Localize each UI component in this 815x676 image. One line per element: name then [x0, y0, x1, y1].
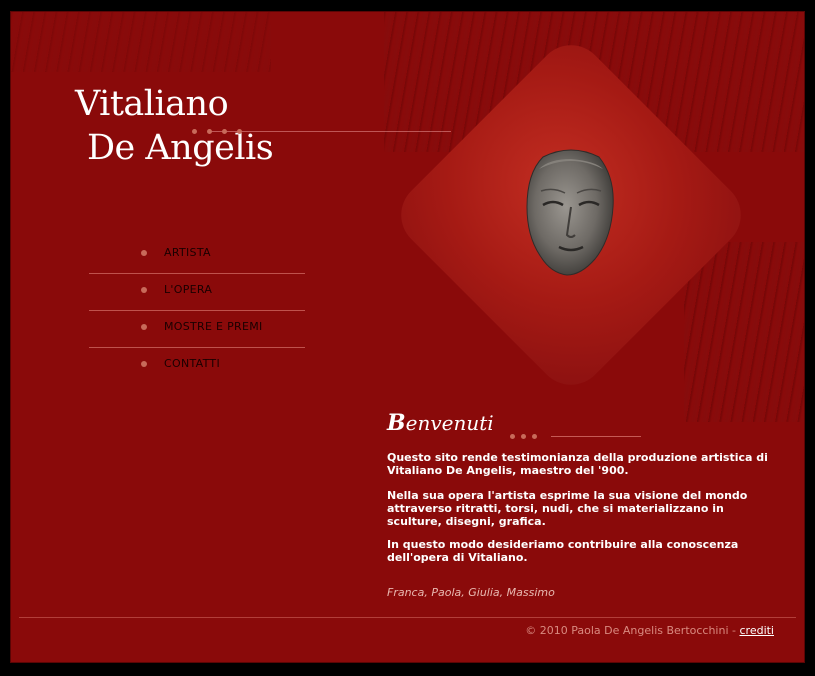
heading-dot-icon	[521, 434, 526, 439]
title-dot-icon	[192, 129, 197, 134]
nav-item-label[interactable]: ARTISTA	[164, 246, 211, 259]
title-divider	[211, 131, 451, 132]
dot-bullet-icon	[141, 324, 147, 330]
nav-item-label[interactable]: CONTATTI	[164, 357, 220, 370]
signature: Franca, Paola, Giulia, Massimo	[387, 586, 555, 599]
nav-item-opera[interactable]: L'OPERA	[89, 274, 305, 310]
intro-paragraph: Nella sua opera l'artista esprime la sua…	[387, 489, 748, 528]
site-title-line2[interactable]: De Angelis	[87, 128, 274, 168]
title-dot-icon	[237, 129, 242, 134]
dot-bullet-icon	[141, 361, 147, 367]
welcome-heading: Benvenuti	[387, 410, 494, 436]
intro-paragraph: Questo sito rende testimonianza della pr…	[387, 451, 768, 477]
nav-item-label[interactable]: L'OPERA	[164, 283, 212, 296]
heading-dot-icon	[510, 434, 515, 439]
nav-item-artista[interactable]: ARTISTA	[89, 237, 305, 273]
intro-paragraph: In questo modo desideriamo contribuire a…	[387, 538, 739, 564]
grunge-texture-right	[684, 242, 804, 422]
nav-item-mostre[interactable]: MOSTRE E PREMI	[89, 311, 305, 347]
title-dot-icon	[222, 129, 227, 134]
nav-item-contatti[interactable]: CONTATTI	[89, 348, 305, 384]
title-dot-icon	[207, 129, 212, 134]
footer: © 2010 Paola De Angelis Bertocchini - cr…	[525, 624, 774, 637]
sculpture-face-image	[526, 149, 614, 276]
copyright-text: © 2010 Paola De Angelis Bertocchini -	[525, 624, 736, 637]
dot-bullet-icon	[141, 250, 147, 256]
site-title-line1[interactable]: Vitaliano	[75, 84, 229, 124]
welcome-divider	[551, 436, 641, 437]
heading-dot-icon	[532, 434, 537, 439]
dot-bullet-icon	[141, 287, 147, 293]
page-frame: Vitaliano De Angelis ARTISTA L'OPERA MOS…	[10, 11, 805, 663]
nav-item-label[interactable]: MOSTRE E PREMI	[164, 320, 263, 333]
credits-link[interactable]: crediti	[739, 624, 774, 637]
grunge-texture-left	[11, 12, 271, 72]
footer-divider	[19, 617, 796, 618]
